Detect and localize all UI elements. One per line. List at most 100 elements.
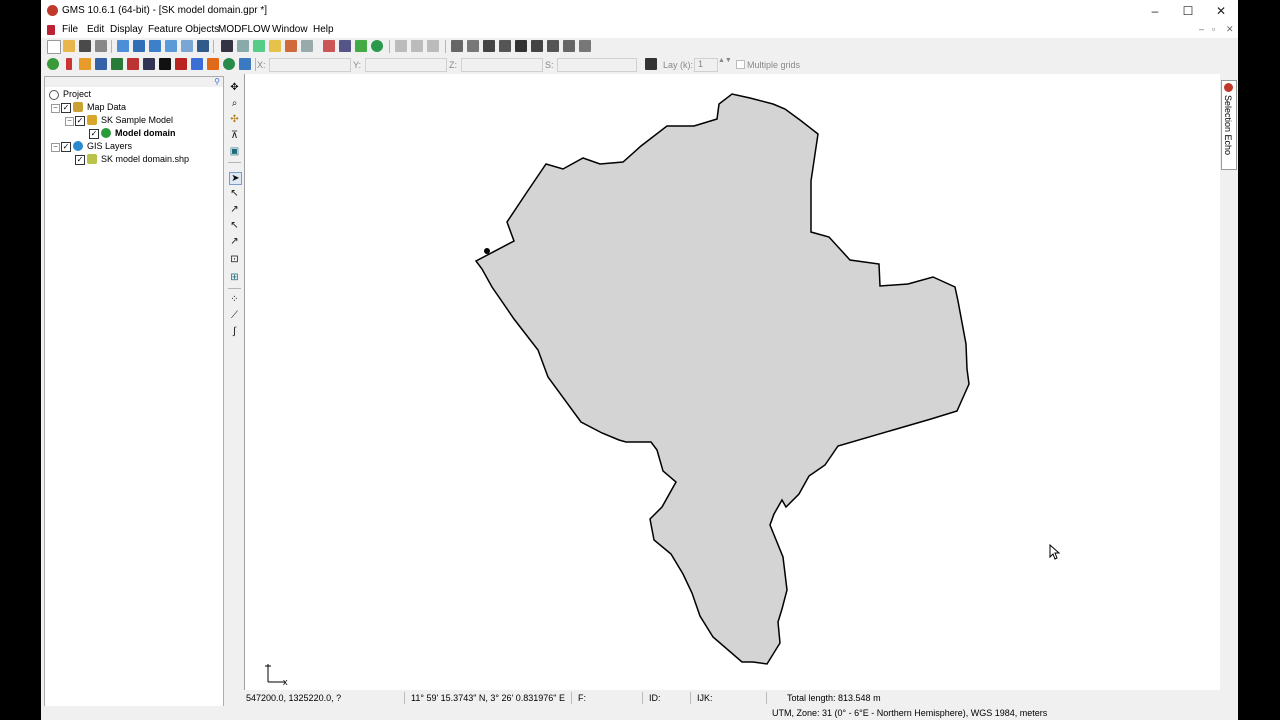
open-icon[interactable] xyxy=(63,40,75,52)
view-front-icon[interactable] xyxy=(117,40,129,52)
select-region-icon[interactable]: ⊞ xyxy=(229,272,240,283)
calculator-icon[interactable] xyxy=(339,40,351,52)
s-field[interactable] xyxy=(557,58,637,72)
tool-h-icon[interactable] xyxy=(515,40,527,52)
new-icon[interactable] xyxy=(47,40,61,54)
chart-icon[interactable] xyxy=(285,40,297,52)
tool-c-icon[interactable] xyxy=(427,40,439,52)
collapse-icon[interactable]: – xyxy=(51,104,60,113)
pan-icon[interactable]: ✥ xyxy=(229,82,240,93)
map-data-checkbox[interactable]: ✓ xyxy=(61,103,71,113)
module-3d-mesh-icon[interactable] xyxy=(175,58,187,70)
module-ugrid-icon[interactable] xyxy=(191,58,203,70)
tool-d-icon[interactable] xyxy=(451,40,463,52)
tool-i-icon[interactable] xyxy=(531,40,543,52)
z-field[interactable] xyxy=(461,58,543,72)
model-domain-polygon[interactable] xyxy=(474,93,970,665)
selected-vertex[interactable] xyxy=(484,248,490,254)
tool-f-icon[interactable] xyxy=(483,40,495,52)
tool-b-icon[interactable] xyxy=(411,40,423,52)
tool-j-icon[interactable] xyxy=(547,40,559,52)
mdi-minimize-icon[interactable]: – xyxy=(1199,24,1204,34)
menu-feature-objects[interactable]: Feature Objects xyxy=(148,24,219,35)
module-map-icon[interactable] xyxy=(47,58,59,70)
select-arc-group-icon[interactable]: ↖ xyxy=(229,220,240,231)
save-icon[interactable] xyxy=(79,40,91,52)
mdi-restore-icon[interactable]: ▫ xyxy=(1212,24,1215,34)
graphics-window[interactable]: x xyxy=(244,74,1220,690)
tool-k-icon[interactable] xyxy=(563,40,575,52)
select-vertex-icon[interactable]: ↖ xyxy=(229,188,240,199)
layer-icon[interactable] xyxy=(645,58,657,70)
annotate-icon[interactable]: ▣ xyxy=(229,146,240,157)
zoom-icon[interactable]: ⌕ xyxy=(229,98,240,109)
select-arc-icon[interactable]: ↗ xyxy=(229,204,240,215)
shapefile-checkbox[interactable]: ✓ xyxy=(75,155,85,165)
lay-field[interactable]: 1 xyxy=(694,58,718,72)
collapse-icon[interactable]: – xyxy=(51,143,60,152)
module-boreholes-icon[interactable] xyxy=(66,58,72,70)
axis-triad: x xyxy=(265,664,288,687)
document-icon[interactable] xyxy=(47,25,55,35)
add-icon[interactable] xyxy=(355,40,367,52)
close-button[interactable]: ✕ xyxy=(1204,0,1238,22)
menu-modflow[interactable]: MODFLOW xyxy=(218,24,270,35)
tool-l-icon[interactable] xyxy=(579,40,591,52)
globe-icon[interactable] xyxy=(371,40,383,52)
view-side-icon[interactable] xyxy=(133,40,145,52)
select-box-icon[interactable]: ⊡ xyxy=(229,254,240,265)
display-options-icon[interactable] xyxy=(221,40,233,52)
grid-icon[interactable] xyxy=(323,40,335,52)
select-polygon-icon[interactable]: ↗ xyxy=(229,236,240,247)
collapse-icon[interactable]: – xyxy=(65,117,74,126)
tool-a-icon[interactable] xyxy=(395,40,407,52)
tool-e-icon[interactable] xyxy=(467,40,479,52)
properties-icon[interactable] xyxy=(237,40,249,52)
tool-g-icon[interactable] xyxy=(499,40,511,52)
module-solid-icon[interactable] xyxy=(79,58,91,70)
module-select-icon[interactable] xyxy=(207,58,219,70)
create-curve-icon[interactable]: ∫ xyxy=(229,326,240,337)
module-tin-icon[interactable] xyxy=(95,58,107,70)
minimize-button[interactable]: – xyxy=(1138,0,1172,22)
module-gis-icon[interactable] xyxy=(223,58,235,70)
measure-icon[interactable]: ⊼ xyxy=(229,130,240,141)
zoom-icon[interactable] xyxy=(197,40,209,52)
selection-echo-tab[interactable]: Selection Echo xyxy=(1221,80,1237,170)
table-icon[interactable] xyxy=(301,40,313,52)
map-canvas: x xyxy=(265,93,970,687)
explorer-header: ⚲ xyxy=(45,77,223,87)
view-oblique-icon[interactable] xyxy=(165,40,177,52)
selection-echo-label: Selection Echo xyxy=(1223,95,1233,156)
rotate-icon[interactable] xyxy=(181,40,193,52)
print-icon[interactable] xyxy=(95,40,107,52)
multiple-grids-checkbox[interactable] xyxy=(736,60,745,69)
status-projection[interactable]: UTM, Zone: 31 (0° - 6°E - Northern Hemis… xyxy=(772,708,1047,718)
create-arc-icon[interactable]: ⟋ xyxy=(229,310,240,321)
pin-icon[interactable]: ⚲ xyxy=(214,77,220,86)
module-annotation-icon[interactable] xyxy=(239,58,251,70)
menu-help[interactable]: Help xyxy=(313,24,334,35)
module-2d-mesh-icon[interactable] xyxy=(127,58,139,70)
mdi-close-icon[interactable]: ✕ xyxy=(1226,24,1234,35)
y-field[interactable] xyxy=(365,58,447,72)
lay-spinner-icon[interactable]: ▲▼ xyxy=(718,57,732,64)
create-point-icon[interactable]: ⁘ xyxy=(229,294,240,305)
module-scatter-icon[interactable] xyxy=(143,58,155,70)
gis-layers-checkbox[interactable]: ✓ xyxy=(61,142,71,152)
model-domain-checkbox[interactable]: ✓ xyxy=(89,129,99,139)
module-2d-grid-icon[interactable] xyxy=(111,58,123,70)
menu-edit[interactable]: Edit xyxy=(87,24,104,35)
view-top-icon[interactable] xyxy=(149,40,161,52)
menu-display[interactable]: Display xyxy=(110,24,143,35)
menu-file[interactable]: File xyxy=(62,24,78,35)
light-icon[interactable] xyxy=(269,40,281,52)
sk-sample-model-checkbox[interactable]: ✓ xyxy=(75,116,85,126)
select-icon[interactable] xyxy=(253,40,265,52)
rotate-icon[interactable]: ✣ xyxy=(229,114,240,125)
select-arrow-icon[interactable]: ➤ xyxy=(229,172,242,185)
module-3d-grid-icon[interactable] xyxy=(159,58,171,70)
menu-window[interactable]: Window xyxy=(272,24,308,35)
x-field[interactable] xyxy=(269,58,351,72)
maximize-button[interactable]: ☐ xyxy=(1171,0,1205,22)
